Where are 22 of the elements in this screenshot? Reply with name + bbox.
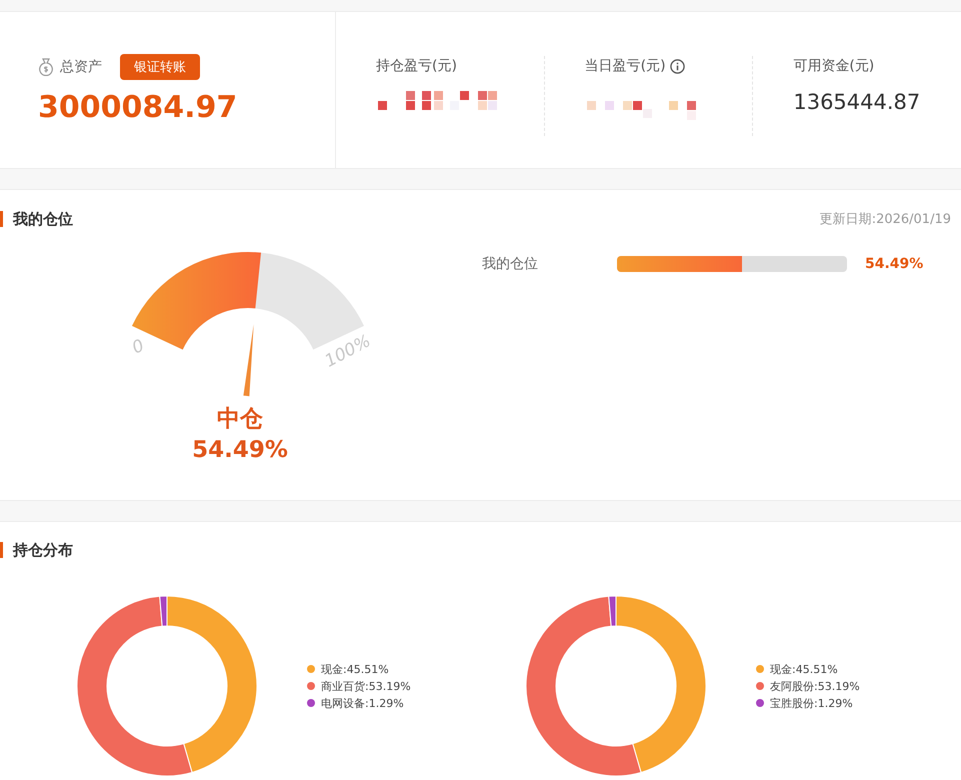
metric-label: 持仓盈亏(元) bbox=[376, 57, 457, 75]
update-date: 更新日期:2026/01/19 bbox=[820, 211, 951, 228]
metric-label: 当日盈亏(元) bbox=[584, 57, 666, 75]
metric-value: 1365444.87 bbox=[793, 90, 922, 114]
total-assets-label: 总资产 bbox=[60, 58, 102, 76]
gauge-reading: 54.49% bbox=[192, 437, 288, 463]
gauge-status: 中仓 bbox=[217, 406, 263, 432]
total-assets-value: 3000084.97 bbox=[38, 90, 238, 125]
bar-label: 我的仓位 bbox=[482, 255, 539, 273]
legend-label: 商业百货:53.19% bbox=[321, 678, 411, 694]
bar-reading: 54.49% bbox=[865, 256, 924, 272]
money-bag-icon bbox=[38, 58, 54, 76]
section-title: 我的仓位 bbox=[0, 211, 73, 227]
legend-label: 现金:45.51% bbox=[321, 662, 389, 676]
legend-label: 电网设备:1.29% bbox=[321, 696, 404, 710]
section-title: 持仓分布 bbox=[0, 542, 73, 558]
metric-label: 可用资金(元) bbox=[793, 57, 874, 75]
bank-transfer-button[interactable]: 银证转账 bbox=[120, 54, 200, 80]
legend-label: 友阿股份:53.19% bbox=[770, 678, 860, 694]
legend-label: 现金:45.51% bbox=[770, 662, 838, 676]
info-icon[interactable] bbox=[670, 58, 685, 74]
legend-label: 宝胜股份:1.29% bbox=[770, 696, 853, 710]
